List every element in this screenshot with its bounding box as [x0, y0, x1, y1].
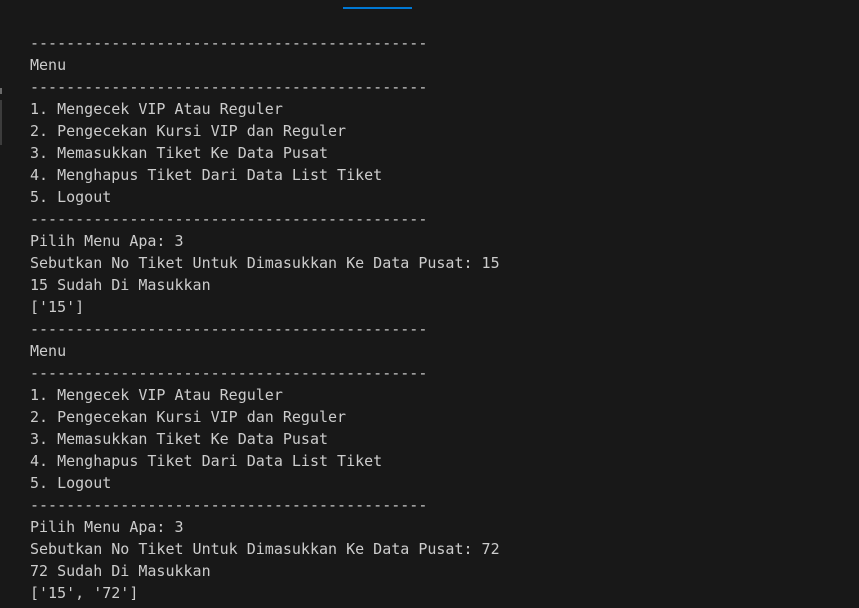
separator-line: ----------------------------------------…	[30, 34, 428, 52]
active-tab-indicator	[343, 7, 412, 9]
menu-option: 1. Mengecek VIP Atau Reguler	[30, 100, 283, 118]
scroll-edge-marker	[0, 100, 2, 145]
menu-option: 3. Memasukkan Tiket Ke Data Pusat	[30, 144, 329, 162]
ticket-prompt: Sebutkan No Tiket Untuk Dimasukkan Ke Da…	[30, 254, 500, 272]
confirmation-message: 72 Sudah Di Masukkan	[30, 562, 211, 580]
scroll-edge-marker	[0, 88, 2, 94]
menu-option: 1. Mengecek VIP Atau Reguler	[30, 386, 283, 404]
separator-line: ----------------------------------------…	[30, 320, 428, 338]
ticket-prompt: Sebutkan No Tiket Untuk Dimasukkan Ke Da…	[30, 540, 500, 558]
menu-option: 5. Logout	[30, 474, 112, 492]
terminal-panel[interactable]: ----------------------------------------…	[0, 0, 859, 608]
menu-option: 5. Logout	[30, 188, 112, 206]
menu-heading: Menu	[30, 56, 67, 74]
menu-option: 3. Memasukkan Tiket Ke Data Pusat	[30, 430, 329, 448]
menu-heading: Menu	[30, 342, 67, 360]
separator-line: ----------------------------------------…	[30, 210, 428, 228]
separator-line: ----------------------------------------…	[30, 364, 428, 382]
menu-prompt: Pilih Menu Apa: 3	[30, 518, 184, 536]
menu-prompt: Pilih Menu Apa: 3	[30, 232, 184, 250]
menu-option: 2. Pengecekan Kursi VIP dan Reguler	[30, 408, 347, 426]
ticket-list-output: ['15']	[30, 298, 85, 316]
terminal-output: ----------------------------------------…	[30, 32, 500, 604]
separator-line: ----------------------------------------…	[30, 496, 428, 514]
menu-option: 4. Menghapus Tiket Dari Data List Tiket	[30, 166, 383, 184]
menu-option: 2. Pengecekan Kursi VIP dan Reguler	[30, 122, 347, 140]
ticket-list-output: ['15', '72']	[30, 584, 139, 602]
confirmation-message: 15 Sudah Di Masukkan	[30, 276, 211, 294]
separator-line: ----------------------------------------…	[30, 78, 428, 96]
menu-option: 4. Menghapus Tiket Dari Data List Tiket	[30, 452, 383, 470]
